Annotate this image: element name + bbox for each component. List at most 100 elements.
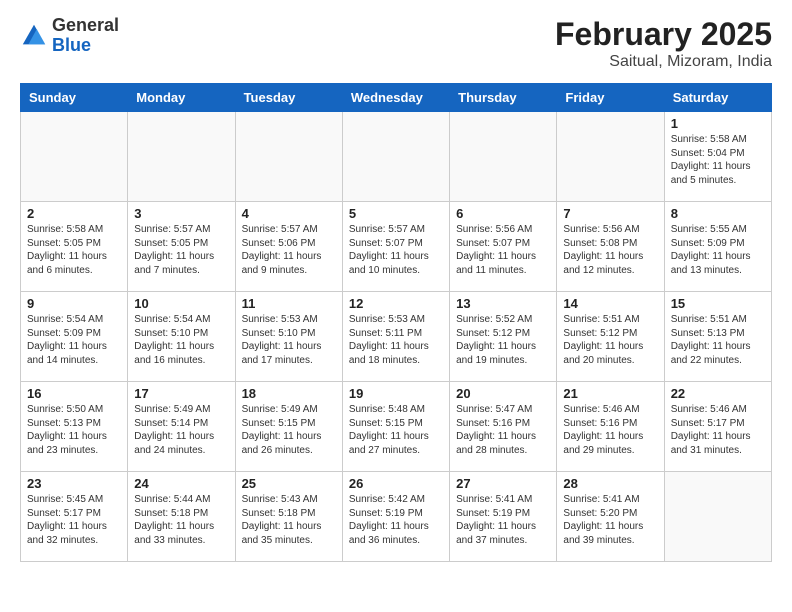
calendar-cell: 4 Sunrise: 5:57 AM Sunset: 5:06 PM Daylig…: [235, 202, 342, 292]
day-info: Sunrise: 5:46 AM Sunset: 5:16 PM Dayligh…: [563, 403, 657, 457]
day-header-tuesday: Tuesday: [235, 84, 342, 112]
day-info: Sunrise: 5:57 AM Sunset: 5:07 PM Dayligh…: [349, 223, 443, 277]
day-info: Sunrise: 5:57 AM Sunset: 5:05 PM Dayligh…: [134, 223, 228, 277]
calendar-cell: 15 Sunrise: 5:51 AM Sunset: 5:13 PM Dayli…: [664, 292, 771, 382]
day-number: 14: [563, 296, 657, 311]
calendar-cell: 8 Sunrise: 5:55 AM Sunset: 5:09 PM Daylig…: [664, 202, 771, 292]
day-info: Sunrise: 5:52 AM Sunset: 5:12 PM Dayligh…: [456, 313, 550, 367]
day-number: 17: [134, 386, 228, 401]
calendar-cell: [450, 112, 557, 202]
day-number: 15: [671, 296, 765, 311]
day-info: Sunrise: 5:56 AM Sunset: 5:07 PM Dayligh…: [456, 223, 550, 277]
calendar-cell: 11Sunrise: 5:53 AM Sunset: 5:10 PM Dayli…: [235, 292, 342, 382]
calendar-cell: 23 Sunrise: 5:45 AM Sunset: 5:17 PM Dayli…: [21, 472, 128, 562]
day-info: Sunrise: 5:57 AM Sunset: 5:06 PM Dayligh…: [242, 223, 336, 277]
day-number: 23: [27, 476, 121, 491]
week-row-2: 9Sunrise: 5:54 AM Sunset: 5:09 PM Daylig…: [21, 292, 772, 382]
calendar-cell: 1 Sunrise: 5:58 AM Sunset: 5:04 PM Daylig…: [664, 112, 771, 202]
calendar-cell: 20 Sunrise: 5:47 AM Sunset: 5:16 PM Dayli…: [450, 382, 557, 472]
day-info: Sunrise: 5:53 AM Sunset: 5:11 PM Dayligh…: [349, 313, 443, 367]
calendar-cell: 5 Sunrise: 5:57 AM Sunset: 5:07 PM Daylig…: [342, 202, 449, 292]
day-number: 8: [671, 206, 765, 221]
logo-blue: Blue: [52, 36, 119, 56]
calendar-table: SundayMondayTuesdayWednesdayThursdayFrid…: [20, 83, 772, 562]
day-number: 16: [27, 386, 121, 401]
day-info: Sunrise: 5:58 AM Sunset: 5:05 PM Dayligh…: [27, 223, 121, 277]
week-row-4: 23 Sunrise: 5:45 AM Sunset: 5:17 PM Dayli…: [21, 472, 772, 562]
day-info: Sunrise: 5:43 AM Sunset: 5:18 PM Dayligh…: [242, 493, 336, 547]
day-info: Sunrise: 5:41 AM Sunset: 5:20 PM Dayligh…: [563, 493, 657, 547]
calendar-cell: 7 Sunrise: 5:56 AM Sunset: 5:08 PM Daylig…: [557, 202, 664, 292]
day-info: Sunrise: 5:51 AM Sunset: 5:13 PM Dayligh…: [671, 313, 765, 367]
calendar-header-row: SundayMondayTuesdayWednesdayThursdayFrid…: [21, 84, 772, 112]
calendar-cell: [557, 112, 664, 202]
logo-text: General Blue: [52, 16, 119, 56]
day-number: 28: [563, 476, 657, 491]
logo-general: General: [52, 16, 119, 36]
day-number: 20: [456, 386, 550, 401]
day-number: 5: [349, 206, 443, 221]
calendar-cell: 19 Sunrise: 5:48 AM Sunset: 5:15 PM Dayli…: [342, 382, 449, 472]
day-number: 10: [134, 296, 228, 311]
calendar-cell: 16 Sunrise: 5:50 AM Sunset: 5:13 PM Dayli…: [21, 382, 128, 472]
header: General Blue February 2025 Saitual, Mizo…: [20, 16, 772, 71]
calendar-cell: 13 Sunrise: 5:52 AM Sunset: 5:12 PM Dayli…: [450, 292, 557, 382]
calendar-cell: 17 Sunrise: 5:49 AM Sunset: 5:14 PM Dayli…: [128, 382, 235, 472]
day-info: Sunrise: 5:47 AM Sunset: 5:16 PM Dayligh…: [456, 403, 550, 457]
calendar-subtitle: Saitual, Mizoram, India: [555, 53, 772, 71]
day-number: 6: [456, 206, 550, 221]
day-number: 13: [456, 296, 550, 311]
calendar-cell: [664, 472, 771, 562]
day-header-monday: Monday: [128, 84, 235, 112]
day-info: Sunrise: 5:41 AM Sunset: 5:19 PM Dayligh…: [456, 493, 550, 547]
day-number: 4: [242, 206, 336, 221]
day-number: 24: [134, 476, 228, 491]
day-info: Sunrise: 5:49 AM Sunset: 5:15 PM Dayligh…: [242, 403, 336, 457]
calendar-cell: 10 Sunrise: 5:54 AM Sunset: 5:10 PM Dayli…: [128, 292, 235, 382]
calendar-cell: 14 Sunrise: 5:51 AM Sunset: 5:12 PM Dayli…: [557, 292, 664, 382]
day-info: Sunrise: 5:45 AM Sunset: 5:17 PM Dayligh…: [27, 493, 121, 547]
week-row-1: 2 Sunrise: 5:58 AM Sunset: 5:05 PM Daylig…: [21, 202, 772, 292]
day-number: 26: [349, 476, 443, 491]
day-header-sunday: Sunday: [21, 84, 128, 112]
day-number: 2: [27, 206, 121, 221]
week-row-3: 16 Sunrise: 5:50 AM Sunset: 5:13 PM Dayli…: [21, 382, 772, 472]
calendar-cell: 2 Sunrise: 5:58 AM Sunset: 5:05 PM Daylig…: [21, 202, 128, 292]
day-number: 22: [671, 386, 765, 401]
calendar-cell: 24 Sunrise: 5:44 AM Sunset: 5:18 PM Dayli…: [128, 472, 235, 562]
day-info: Sunrise: 5:51 AM Sunset: 5:12 PM Dayligh…: [563, 313, 657, 367]
title-block: February 2025 Saitual, Mizoram, India: [555, 16, 772, 71]
calendar-cell: [128, 112, 235, 202]
day-info: Sunrise: 5:54 AM Sunset: 5:10 PM Dayligh…: [134, 313, 228, 367]
logo: General Blue: [20, 16, 119, 56]
calendar-title: February 2025: [555, 16, 772, 53]
day-number: 12: [349, 296, 443, 311]
calendar-cell: 25 Sunrise: 5:43 AM Sunset: 5:18 PM Dayli…: [235, 472, 342, 562]
week-row-0: 1 Sunrise: 5:58 AM Sunset: 5:04 PM Daylig…: [21, 112, 772, 202]
day-info: Sunrise: 5:56 AM Sunset: 5:08 PM Dayligh…: [563, 223, 657, 277]
day-number: 7: [563, 206, 657, 221]
day-number: 9: [27, 296, 121, 311]
calendar-cell: [342, 112, 449, 202]
day-header-saturday: Saturday: [664, 84, 771, 112]
day-number: 1: [671, 116, 765, 131]
day-header-thursday: Thursday: [450, 84, 557, 112]
day-info: Sunrise: 5:58 AM Sunset: 5:04 PM Dayligh…: [671, 133, 765, 187]
calendar-cell: 28 Sunrise: 5:41 AM Sunset: 5:20 PM Dayli…: [557, 472, 664, 562]
day-info: Sunrise: 5:55 AM Sunset: 5:09 PM Dayligh…: [671, 223, 765, 277]
day-header-wednesday: Wednesday: [342, 84, 449, 112]
calendar-cell: 21Sunrise: 5:46 AM Sunset: 5:16 PM Dayli…: [557, 382, 664, 472]
day-number: 19: [349, 386, 443, 401]
day-number: 3: [134, 206, 228, 221]
calendar-cell: 27Sunrise: 5:41 AM Sunset: 5:19 PM Dayli…: [450, 472, 557, 562]
calendar-cell: 9Sunrise: 5:54 AM Sunset: 5:09 PM Daylig…: [21, 292, 128, 382]
day-header-friday: Friday: [557, 84, 664, 112]
day-info: Sunrise: 5:49 AM Sunset: 5:14 PM Dayligh…: [134, 403, 228, 457]
calendar-cell: 18Sunrise: 5:49 AM Sunset: 5:15 PM Dayli…: [235, 382, 342, 472]
calendar-cell: [235, 112, 342, 202]
day-info: Sunrise: 5:48 AM Sunset: 5:15 PM Dayligh…: [349, 403, 443, 457]
day-info: Sunrise: 5:50 AM Sunset: 5:13 PM Dayligh…: [27, 403, 121, 457]
calendar-cell: 6 Sunrise: 5:56 AM Sunset: 5:07 PM Daylig…: [450, 202, 557, 292]
day-info: Sunrise: 5:44 AM Sunset: 5:18 PM Dayligh…: [134, 493, 228, 547]
day-number: 25: [242, 476, 336, 491]
